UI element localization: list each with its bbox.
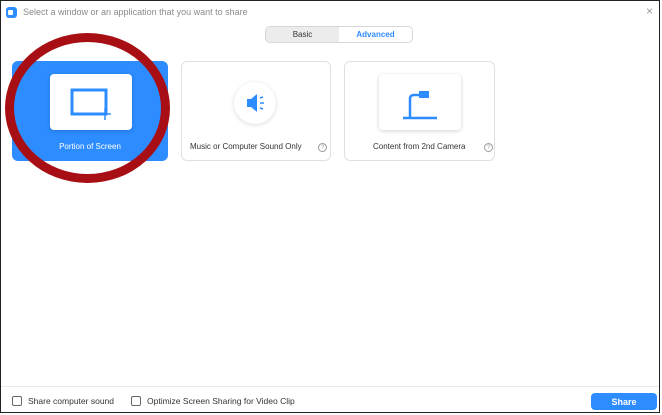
option-label: Music or Computer Sound Only [190, 142, 302, 151]
title-bar: Select a window or an application that y… [1, 1, 659, 23]
close-icon[interactable]: × [646, 4, 653, 18]
option-computer-sound[interactable]: Music or Computer Sound Only ? [181, 61, 331, 161]
optimize-video-label: Optimize Screen Sharing for Video Clip [147, 396, 295, 406]
option-portion-of-screen[interactable]: Portion of Screen [12, 61, 168, 161]
optimize-video-checkbox[interactable] [131, 396, 141, 406]
speaker-icon [247, 94, 264, 112]
option-second-camera-thumbnail [379, 74, 461, 130]
option-label: Portion of Screen [59, 142, 121, 151]
option-label: Content from 2nd Camera [373, 142, 466, 151]
share-computer-sound-option[interactable]: Share computer sound [12, 396, 114, 406]
tab-advanced[interactable]: Advanced [339, 27, 412, 42]
document-camera-icon [403, 91, 437, 120]
share-computer-sound-label: Share computer sound [28, 396, 114, 406]
share-screen-dialog: Select a window or an application that y… [0, 0, 660, 413]
zoom-app-icon [6, 7, 17, 18]
share-button[interactable]: Share [591, 393, 657, 410]
tab-basic[interactable]: Basic [266, 27, 339, 42]
share-computer-sound-checkbox[interactable] [12, 396, 22, 406]
help-icon[interactable]: ? [318, 143, 327, 152]
speaker-badge [234, 82, 276, 124]
optimize-video-option[interactable]: Optimize Screen Sharing for Video Clip [131, 396, 295, 406]
option-portion-of-screen-thumbnail [50, 74, 132, 130]
help-icon[interactable]: ? [484, 143, 493, 152]
window-title: Select a window or an application that y… [23, 7, 248, 17]
share-mode-tabs: Basic Advanced [265, 26, 413, 43]
footer-divider [1, 386, 659, 387]
option-second-camera[interactable]: Content from 2nd Camera ? [344, 61, 495, 161]
screen-portion-icon [70, 88, 111, 120]
